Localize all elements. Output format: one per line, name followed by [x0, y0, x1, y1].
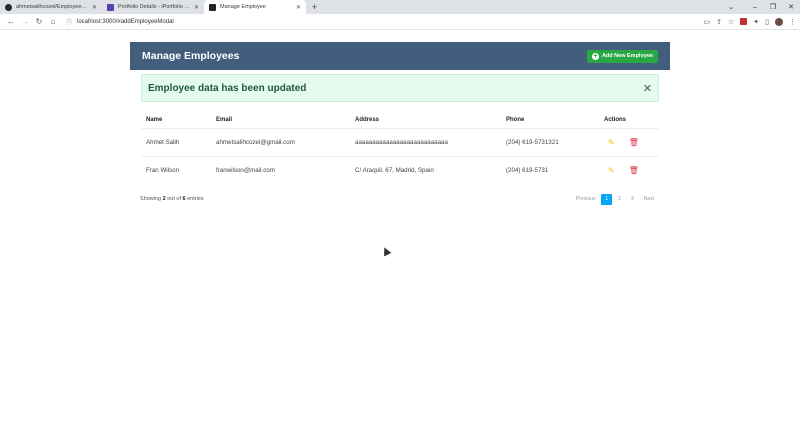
- window-controls: ⌄ – ❐ ✕: [722, 0, 800, 14]
- browser-tab[interactable]: ahmetsalihcozel/EmployeeMana... ✕: [0, 0, 102, 14]
- add-circle-icon: +: [591, 52, 599, 60]
- employee-address: C/ Araquil, 67, Madrid, Spain: [350, 155, 501, 184]
- page-title: Manage Employees: [142, 50, 240, 62]
- browser-toolbar: ← → ↻ ⌂ ⓘ localhost:3000/#addEmployeeMod…: [0, 14, 800, 30]
- table-footer: Showing 2 out of 6 entries Previous 1 2 …: [140, 193, 658, 205]
- share-icon[interactable]: ⇪: [716, 18, 722, 26]
- pagination-page-2[interactable]: 2: [614, 194, 625, 205]
- employee-phone: (204) 619-5731321: [501, 127, 599, 156]
- manage-employees-card: Manage Employees + Add New Employee Empl…: [130, 42, 670, 205]
- employee-table: Name Email Address Phone Actions Ahmet S…: [141, 112, 659, 184]
- bootstrap-icon: [107, 3, 114, 11]
- pagination-page-3[interactable]: 3: [627, 194, 638, 205]
- row-actions: ✎ 🗑: [599, 127, 659, 156]
- new-tab-button[interactable]: +: [312, 0, 317, 14]
- close-alert-icon[interactable]: ✕: [643, 82, 652, 95]
- mouse-cursor: [380, 245, 392, 257]
- close-tab-icon[interactable]: ✕: [92, 4, 97, 11]
- showing-total: 6: [182, 196, 186, 202]
- bookmark-star-icon[interactable]: ☆: [728, 18, 734, 26]
- employee-email: ahmetsalihcozel@gmail.com: [211, 127, 350, 156]
- pagination: Previous 1 2 3 Next: [572, 193, 658, 205]
- react-icon: [209, 3, 216, 11]
- profile-avatar[interactable]: [775, 17, 783, 26]
- delete-trash-icon[interactable]: 🗑: [629, 166, 639, 175]
- employee-address: aaaaaaaaaaaaaaaaaaaaaaaaaaa: [350, 127, 501, 156]
- showing-label: Showing: [140, 196, 162, 202]
- forward-icon[interactable]: →: [18, 17, 32, 26]
- success-alert: Employee data has been updated ✕: [141, 74, 659, 102]
- column-header-name: Name: [146, 116, 163, 123]
- column-header-actions: Actions: [604, 116, 627, 123]
- browser-tab[interactable]: Portfolio Details - iPortfolio Boo... ✕: [102, 0, 204, 14]
- cast-icon[interactable]: ▭: [703, 18, 710, 26]
- close-tab-icon[interactable]: ✕: [194, 4, 199, 11]
- browser-tab-bar: ahmetsalihcozel/EmployeeMana... ✕ Portfo…: [0, 0, 800, 14]
- restore-icon[interactable]: ❐: [764, 3, 782, 11]
- add-employee-button[interactable]: + Add New Employee: [586, 49, 658, 63]
- sidebar-icon[interactable]: ▯: [765, 18, 769, 26]
- home-icon[interactable]: ⌂: [46, 17, 60, 26]
- browser-tab-active[interactable]: Manage Employee ✕: [204, 0, 306, 14]
- column-header-phone: Phone: [506, 116, 525, 123]
- edit-pencil-icon[interactable]: ✎: [608, 138, 615, 147]
- close-tab-icon[interactable]: ✕: [296, 4, 301, 11]
- table-header: Manage Employees + Add New Employee: [130, 42, 670, 70]
- employee-name: Ahmet Salih: [141, 127, 211, 156]
- entries-summary: Showing 2 out of 6 entries: [140, 196, 204, 202]
- tab-title: ahmetsalihcozel/EmployeeMana...: [16, 4, 89, 10]
- alert-message: Employee data has been updated: [148, 82, 307, 94]
- edit-pencil-icon[interactable]: ✎: [608, 166, 615, 175]
- employee-phone: (204) 619-5731: [501, 155, 599, 184]
- github-icon: [5, 3, 12, 11]
- minimize-icon[interactable]: –: [746, 4, 764, 11]
- close-window-icon[interactable]: ✕: [782, 3, 800, 11]
- employee-name: Fran Wilson: [141, 155, 211, 184]
- employee-email: franwilson@mail.com: [211, 155, 350, 184]
- back-icon[interactable]: ←: [4, 17, 18, 26]
- extension-icon[interactable]: [740, 18, 748, 25]
- table-row: Ahmet Salih ahmetsalihcozel@gmail.com aa…: [141, 127, 659, 156]
- tab-title: Manage Employee: [220, 4, 266, 10]
- tab-search-icon[interactable]: ⌄: [722, 3, 740, 11]
- menu-kebab-icon[interactable]: ⋮: [789, 18, 796, 26]
- showing-suffix: entries: [187, 196, 204, 202]
- tab-title: Portfolio Details - iPortfolio Boo...: [118, 4, 191, 10]
- column-header-email: Email: [216, 116, 233, 123]
- extensions-puzzle-icon[interactable]: ✦: [753, 18, 759, 26]
- address-bar[interactable]: ⓘ localhost:3000/#addEmployeeModal: [66, 17, 703, 27]
- reload-icon[interactable]: ↻: [32, 17, 46, 26]
- pagination-page-1[interactable]: 1: [601, 193, 613, 205]
- url-text[interactable]: localhost:3000/#addEmployeeModal: [77, 19, 174, 25]
- column-header-address: Address: [355, 116, 380, 123]
- pagination-previous[interactable]: Previous: [572, 194, 599, 205]
- showing-count: 2: [162, 196, 166, 202]
- info-icon[interactable]: ⓘ: [66, 17, 72, 26]
- showing-middle: out of: [167, 196, 181, 202]
- delete-trash-icon[interactable]: 🗑: [629, 138, 639, 147]
- table-row: Fran Wilson franwilson@mail.com C/ Araqu…: [141, 155, 659, 184]
- pagination-next[interactable]: Next: [640, 194, 658, 205]
- add-employee-label: Add New Employee: [601, 53, 653, 59]
- row-actions: ✎ 🗑: [599, 155, 659, 184]
